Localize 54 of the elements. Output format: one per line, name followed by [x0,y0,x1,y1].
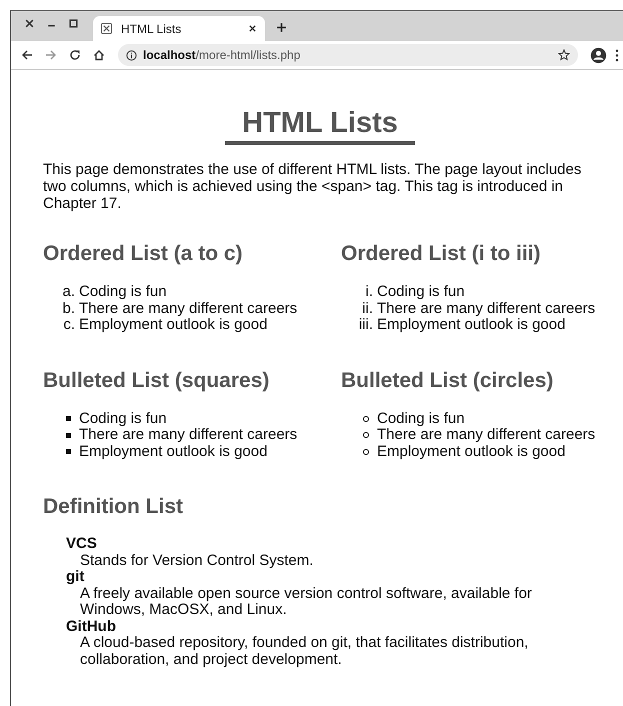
section-heading: Definition List [43,494,184,520]
favicon-icon [101,23,112,34]
list-item-text: Coding is fun [377,410,465,427]
definition-text: Stands for Version Control System. [79,552,314,569]
list-item-text: Coding is fun [377,284,465,300]
reload-icon[interactable] [69,49,81,61]
home-icon[interactable] [93,49,105,61]
bullet-icon [363,432,369,438]
account-icon[interactable] [590,46,607,64]
menu-icon[interactable] [615,48,619,62]
list-item-text: There are many different careers [377,300,596,317]
list-number: ii. [362,300,373,317]
list-number: i. [366,284,373,300]
list-item-text: Coding is fun [79,284,167,300]
list-item-text: Employment outlook is good [79,444,268,460]
bullet-icon [66,432,71,438]
maximize-icon[interactable] [68,18,79,29]
list-item-text: There are many different careers [377,427,596,444]
definition-term: git [66,569,86,586]
definition-text: A cloud-based repository, founded on git, that facilitates distribution, collaboration, and project development. [79,635,530,668]
list-number: a. [62,284,75,300]
list-item-text: Employment outlook is good [79,317,268,334]
list-item-text: There are many different careers [79,300,298,317]
section-heading: Ordered List (i to iii) [341,241,542,267]
info-icon [126,50,137,60]
close-icon[interactable] [24,18,35,29]
back-icon[interactable] [21,49,33,61]
list-item-text: Employment outlook is good [377,317,566,334]
section-heading: Ordered List (a to c) [43,241,244,267]
section-heading: Bulleted List (circles) [341,368,554,394]
bullet-icon [363,416,369,422]
bullet-icon [66,416,71,422]
url-text: localhost/more-html/lists.php [143,48,302,62]
list-item-text: Coding is fun [79,410,167,427]
close-icon[interactable] [248,24,257,33]
definition-term: VCS [66,536,98,552]
page-title: HTML Lists [225,106,415,145]
list-number: iii. [358,317,373,334]
bullet-icon [363,448,369,455]
star-icon[interactable] [558,49,570,61]
new-tab-icon[interactable] [276,22,287,33]
section-heading: Bulleted List (squares) [43,368,270,394]
forward-icon[interactable] [45,49,57,61]
address-bar[interactable]: localhost/more-html/lists.php [118,44,578,66]
browser-tab[interactable]: HTML Lists [93,16,265,41]
tab-title: HTML Lists [121,22,182,36]
list-item-text: Employment outlook is good [377,444,566,460]
list-number: b. [62,300,75,317]
definition-term: GitHub [66,618,117,635]
definition-text: A freely available open source version control software, available for Windows, MacOSX, and Linux. [79,586,533,618]
intro-paragraph: This page demonstrates the use of different HTML lists. The page layout includes two columns, which is achieved using the <span> tag. This tag is introduced in Chapter 17. [43,161,582,212]
bullet-icon [66,449,71,454]
list-item-text: There are many different careers [79,427,298,444]
list-number: c. [63,317,75,334]
